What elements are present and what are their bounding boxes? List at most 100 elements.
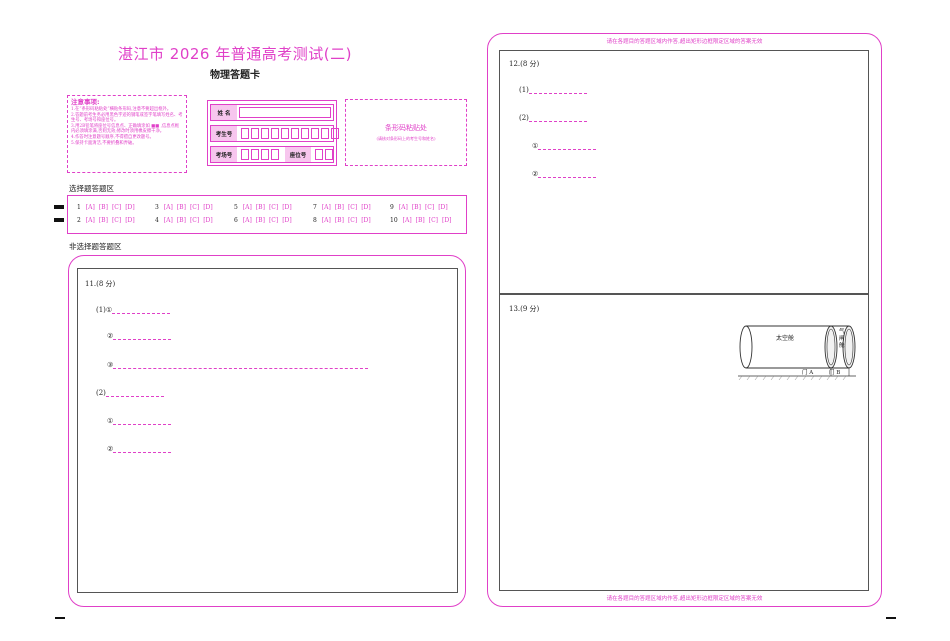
- choice-option-bubble[interactable]: [D]: [442, 217, 452, 224]
- choice-option-bubble[interactable]: [D]: [438, 204, 448, 211]
- nonchoice-section-label: 非选择题答题区: [69, 242, 122, 251]
- answer-blank[interactable]: [528, 114, 587, 122]
- choice-option-bubble[interactable]: [C]: [190, 204, 199, 211]
- choice-option-bubble[interactable]: [B]: [177, 217, 186, 224]
- name-row: 姓 名: [210, 104, 334, 121]
- notice-line: 2.答题前考生务必用黑色字迹的钢笔或签字笔填写姓名、考生号、考场号和座位号。: [71, 112, 183, 124]
- choice-option-bubble[interactable]: [C]: [269, 204, 278, 211]
- answer-blank[interactable]: [538, 170, 597, 178]
- barcode-title: 条形码粘贴处: [385, 124, 427, 132]
- timing-mark: [54, 205, 64, 209]
- answer-blank[interactable]: [113, 332, 172, 340]
- choice-question-number: 9: [390, 204, 394, 211]
- choice-option-bubble[interactable]: [D]: [203, 204, 213, 211]
- choice-option-bubble[interactable]: [B]: [99, 204, 108, 211]
- name-field[interactable]: [239, 107, 331, 118]
- top-banner: 请在各题目的答题区域内作答,超出矩形边框限定区域的答案无效: [606, 39, 763, 45]
- choice-option-bubble[interactable]: [A]: [164, 217, 173, 224]
- q12-part2: (2): [519, 114, 587, 122]
- choice-option-bubble[interactable]: [B]: [99, 217, 108, 224]
- q11-part1: (1)①: [96, 306, 171, 314]
- exam-no-label: 考生号: [211, 126, 237, 141]
- choice-question: 1 [A] [B] [C] [D]: [77, 204, 139, 211]
- q12-c1: ①: [532, 142, 597, 150]
- answer-blank[interactable]: [113, 445, 172, 453]
- choice-answer-box: 1 [A] [B] [C] [D] 2 [A] [B] [C] [D] 3 [A] [B] [C] [D] 4…: [67, 195, 467, 234]
- choice-option-bubble[interactable]: [D]: [361, 217, 371, 224]
- q11-title: 11.(8 分): [85, 280, 116, 288]
- choice-option-bubble[interactable]: [B]: [335, 217, 344, 224]
- choice-section-label: 选择题答题区: [69, 184, 114, 193]
- q11-answer-area[interactable]: 11.(8 分) (1)① ② ③ (2) ① ②: [77, 268, 458, 593]
- bottom-banner: 请在各题目的答题区域内作答,超出矩形边框限定区域的答案无效: [606, 596, 763, 602]
- answer-blank[interactable]: [112, 306, 171, 314]
- q11-part1-3: ③: [107, 361, 369, 369]
- room-cells[interactable]: [241, 149, 279, 160]
- answer-blank[interactable]: [113, 417, 172, 425]
- choice-question: 9 [A] [B] [C] [D]: [390, 204, 452, 211]
- choice-question: 8 [A] [B] [C] [D]: [313, 217, 375, 224]
- choice-option-bubble[interactable]: [A]: [243, 204, 252, 211]
- choice-option-bubble[interactable]: [A]: [86, 217, 95, 224]
- answer-blank[interactable]: [538, 142, 597, 150]
- choice-question-number: 5: [234, 204, 238, 211]
- notice-line: 5.保持卡面清洁,不要折叠和弄破。: [71, 140, 137, 146]
- choice-option-bubble[interactable]: [B]: [177, 204, 186, 211]
- answer-blank[interactable]: [528, 86, 587, 94]
- choice-option-bubble[interactable]: [B]: [256, 217, 265, 224]
- choice-question-number: 3: [155, 204, 159, 211]
- exam-no-row: 考生号: [210, 125, 339, 142]
- choice-option-bubble[interactable]: [A]: [403, 217, 412, 224]
- seat-label: 座位号: [285, 147, 311, 162]
- choice-option-bubble[interactable]: [C]: [112, 217, 121, 224]
- q12-c2: ②: [532, 170, 597, 178]
- choice-question: 5 [A] [B] [C] [D]: [234, 204, 296, 211]
- answer-blank[interactable]: [113, 361, 369, 369]
- choice-option-bubble[interactable]: [C]: [112, 204, 121, 211]
- choice-option-bubble[interactable]: [D]: [125, 204, 135, 211]
- q12-part1: (1): [519, 86, 587, 94]
- q11-part2-1: ①: [107, 417, 172, 425]
- q12-part1-label: (1): [519, 86, 529, 94]
- barcode-note: (请核对条形码上的考生号和姓名): [376, 136, 436, 141]
- q11-part2-2: ②: [107, 445, 172, 453]
- choice-option-bubble[interactable]: [A]: [243, 217, 252, 224]
- choice-question: 3 [A] [B] [C] [D]: [155, 204, 217, 211]
- choice-option-bubble[interactable]: [B]: [416, 217, 425, 224]
- choice-option-bubble[interactable]: [B]: [412, 204, 421, 211]
- q13-answer-area[interactable]: 13.(9 分) 太空舱 气闸舱 门 A 门 B: [499, 294, 869, 591]
- choice-option-bubble[interactable]: [C]: [348, 204, 357, 211]
- choice-option-bubble[interactable]: [D]: [203, 217, 213, 224]
- choice-option-bubble[interactable]: [C]: [429, 217, 438, 224]
- choice-option-bubble[interactable]: [B]: [335, 204, 344, 211]
- corner-mark: [886, 617, 896, 619]
- notice-line: 1.在“条形码粘贴处”横贴条形码,注意不要超出框外。: [71, 107, 172, 112]
- airlock-label: 气闸舱: [839, 329, 845, 349]
- choice-option-bubble[interactable]: [D]: [361, 204, 371, 211]
- seat-cells[interactable]: [315, 149, 333, 160]
- choice-option-bubble[interactable]: [C]: [348, 217, 357, 224]
- choice-option-bubble[interactable]: [C]: [190, 217, 199, 224]
- choice-option-bubble[interactable]: [B]: [256, 204, 265, 211]
- exam-no-cells[interactable]: [241, 128, 339, 139]
- choice-option-bubble[interactable]: [D]: [125, 217, 135, 224]
- gate-b-label: 门 B: [829, 370, 841, 376]
- choice-question-number: 4: [155, 217, 159, 224]
- choice-question-number: 1: [77, 204, 81, 211]
- choice-option-bubble[interactable]: [A]: [86, 204, 95, 211]
- q11-part2-label: (2): [96, 389, 106, 397]
- choice-option-bubble[interactable]: [A]: [164, 204, 173, 211]
- name-label: 姓 名: [211, 105, 237, 120]
- choice-option-bubble[interactable]: [D]: [282, 204, 292, 211]
- choice-question-number: 7: [313, 204, 317, 211]
- gate-a-label: 门 A: [802, 370, 814, 376]
- notice-box: 注意事项: 1.在“条形码粘贴处”横贴条形码,注意不要超出框外。 2.答题前考生…: [67, 95, 187, 173]
- q12-answer-area[interactable]: 12.(8 分) (1) (2) ① ②: [499, 50, 869, 294]
- answer-blank[interactable]: [105, 389, 164, 397]
- choice-option-bubble[interactable]: [D]: [282, 217, 292, 224]
- choice-option-bubble[interactable]: [C]: [425, 204, 434, 211]
- choice-option-bubble[interactable]: [A]: [322, 204, 331, 211]
- choice-option-bubble[interactable]: [C]: [269, 217, 278, 224]
- choice-option-bubble[interactable]: [A]: [399, 204, 408, 211]
- choice-option-bubble[interactable]: [A]: [322, 217, 331, 224]
